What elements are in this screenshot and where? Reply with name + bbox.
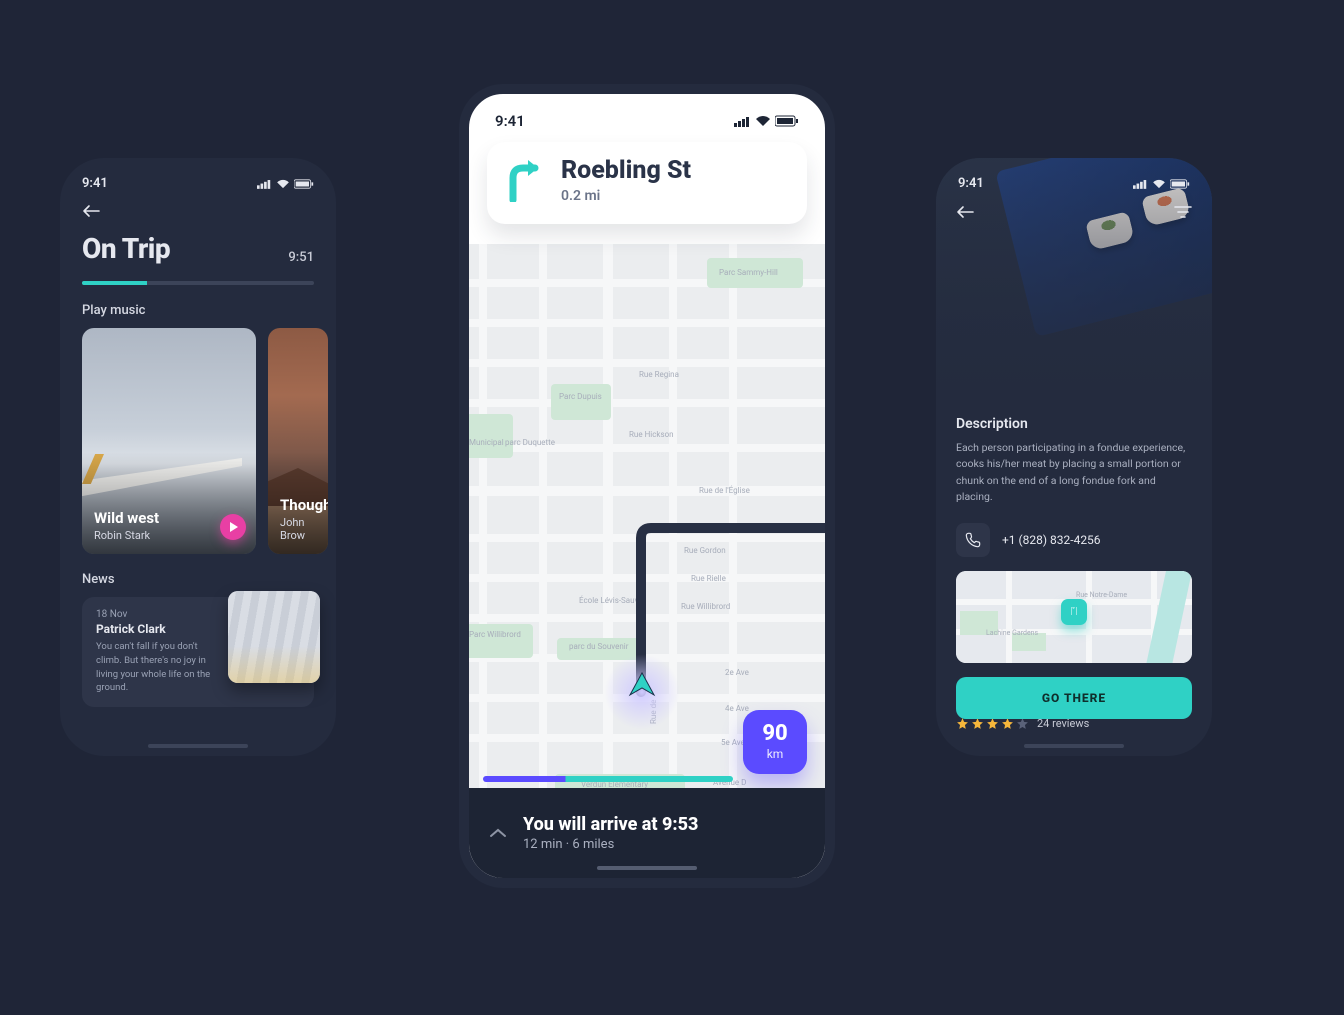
status-icons — [257, 179, 314, 189]
back-button[interactable] — [60, 197, 336, 222]
news-image — [228, 591, 320, 683]
description-text: Each person participating in a fondue ex… — [956, 440, 1192, 505]
music-card[interactable]: Wild west Robin Stark — [82, 328, 256, 554]
phone-place-detail: 9:41 Sushi Place 24 reviews Descr — [936, 158, 1212, 756]
track-title: Though — [280, 496, 322, 514]
back-button[interactable] — [956, 204, 974, 223]
phone-navigation: 9:41 Roebling St 0.2 mi Parc Sammy-Hill … — [459, 84, 835, 888]
news-card[interactable]: 18 Nov Patrick Clark You can't fall if y… — [82, 597, 314, 707]
eta-headline: You will arrive at 9:53 — [523, 814, 698, 835]
statusbar: 9:41 — [469, 94, 825, 136]
map-pin-icon — [1061, 599, 1087, 625]
trip-eta-time: 9:51 — [288, 250, 314, 265]
eta-subline: 12 min · 6 miles — [523, 837, 698, 852]
chevron-up-icon[interactable] — [489, 824, 507, 843]
status-icons — [734, 115, 799, 127]
speed-indicator: 90 km — [743, 710, 807, 774]
direction-street: Roebling St — [561, 158, 691, 184]
track-artist: Robin Stark — [94, 529, 212, 542]
direction-distance: 0.2 mi — [561, 188, 691, 204]
music-section-label: Play music — [60, 285, 336, 328]
page-title: On Trip — [82, 232, 170, 265]
phone-number: +1 (828) 832-4256 — [1002, 533, 1101, 547]
location-arrow-icon — [627, 671, 657, 705]
eta-progress-strip — [483, 776, 733, 782]
track-title: Wild west — [94, 509, 212, 527]
go-there-button[interactable]: GO THERE — [956, 677, 1192, 719]
mini-map[interactable]: Rue Notre-Dame Lachine Gardens — [956, 571, 1192, 663]
phone-row[interactable]: +1 (828) 832-4256 — [956, 523, 1192, 557]
track-artist: John Brow — [280, 516, 322, 542]
status-time: 9:41 — [495, 112, 525, 130]
music-card[interactable]: Though John Brow — [268, 328, 328, 554]
news-blurb: You can't fall if you don't climb. But t… — [96, 640, 218, 695]
home-indicator — [1024, 744, 1124, 748]
trip-header: On Trip 9:51 — [60, 222, 336, 273]
description-heading: Description — [956, 416, 1192, 432]
status-time: 9:41 — [82, 176, 108, 191]
phone-on-trip: 9:41 On Trip 9:51 Play music Wild west R… — [60, 158, 336, 756]
speed-unit: km — [767, 747, 784, 761]
play-button[interactable] — [220, 514, 246, 540]
cta-label: GO THERE — [1042, 691, 1106, 705]
phone-icon — [956, 523, 990, 557]
eta-drawer[interactable]: You will arrive at 9:53 12 min · 6 miles — [469, 788, 825, 878]
filter-icon[interactable] — [1174, 204, 1192, 223]
home-indicator — [597, 866, 697, 870]
home-indicator — [148, 744, 248, 748]
speed-value: 90 — [762, 723, 787, 745]
news-author: Patrick Clark — [96, 622, 218, 636]
music-carousel[interactable]: Wild west Robin Stark Though John Brow — [60, 328, 336, 554]
news-date: 18 Nov — [96, 609, 218, 620]
direction-card[interactable]: Roebling St 0.2 mi — [487, 142, 807, 224]
turn-right-icon — [505, 158, 545, 206]
statusbar: 9:41 — [60, 158, 336, 197]
map-view[interactable]: Parc Sammy-Hill Parc Dupuis parc Duquett… — [469, 244, 825, 788]
